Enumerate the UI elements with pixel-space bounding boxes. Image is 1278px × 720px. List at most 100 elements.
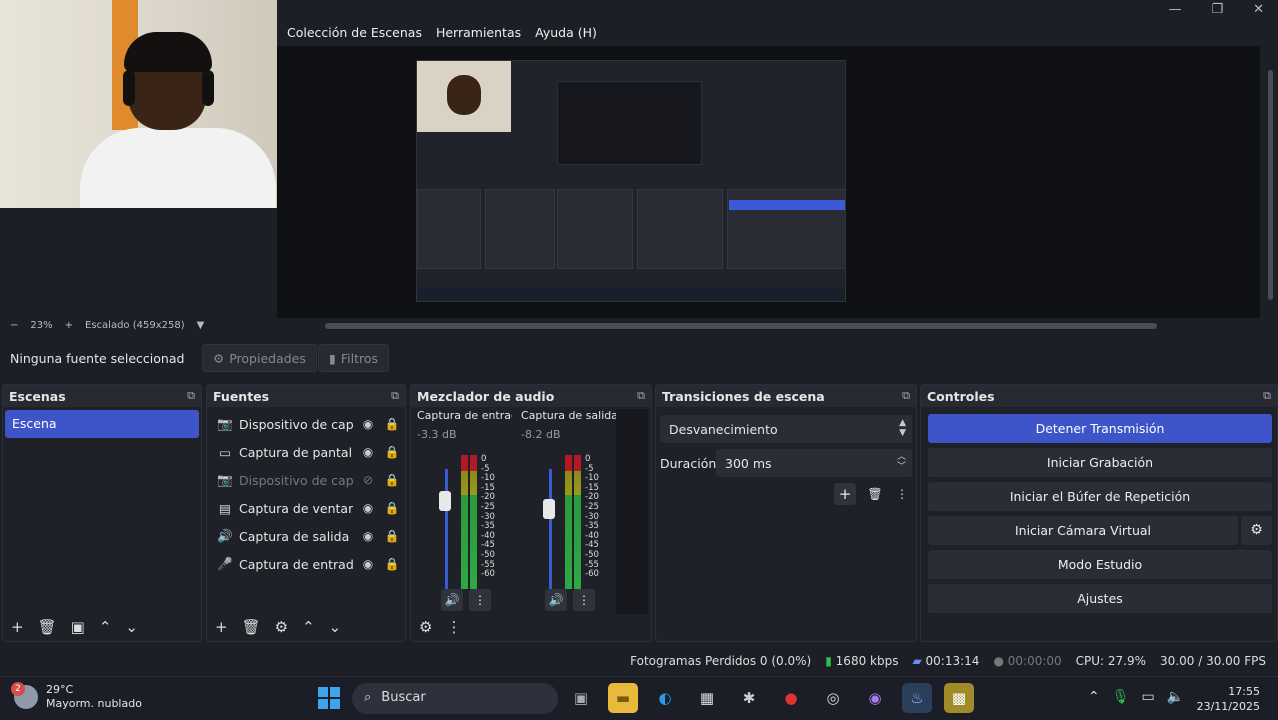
filter-icon[interactable]: ▣ bbox=[71, 618, 85, 636]
properties-button[interactable]: ⚙ Propiedades bbox=[202, 344, 317, 372]
stop-streaming-button[interactable]: Detener Transmisión bbox=[928, 414, 1272, 443]
undock-icon[interactable]: ⧉ bbox=[902, 389, 910, 403]
app-red-icon[interactable]: ● bbox=[776, 683, 806, 713]
lock-icon[interactable]: 🔒 bbox=[383, 501, 401, 515]
stream-icon: ▰ bbox=[912, 654, 922, 668]
cpu-usage: CPU: 27.9% bbox=[1075, 654, 1147, 668]
zoom-out-button[interactable]: − bbox=[10, 320, 18, 331]
tool-icon[interactable]: ✱ bbox=[734, 683, 764, 713]
obs-icon[interactable]: ◎ bbox=[818, 683, 848, 713]
notification-badge: 2 bbox=[11, 682, 25, 696]
scale-dropdown-icon[interactable]: ▼ bbox=[197, 320, 205, 331]
lock-icon[interactable]: 🔒 bbox=[383, 417, 401, 431]
volume-slider[interactable] bbox=[445, 469, 448, 589]
source-item[interactable]: ▭ Captura de pantalla : ◉ 🔒 bbox=[207, 438, 405, 466]
chevron-up-icon[interactable]: ⌃ bbox=[1088, 689, 1100, 705]
more-icon[interactable]: ⋮ bbox=[469, 589, 491, 611]
filters-button[interactable]: ▮ Filtros bbox=[318, 344, 390, 372]
replay-buffer-button[interactable]: Iniciar el Búfer de Repetición bbox=[928, 482, 1272, 511]
steam-icon[interactable]: ♨ bbox=[902, 683, 932, 713]
trash-icon[interactable]: 🗑 bbox=[38, 618, 57, 636]
source-item[interactable]: 📷 Dispositivo de captu ◉ 🔒 bbox=[207, 410, 405, 438]
search-box[interactable]: ⌕ Buscar bbox=[352, 683, 558, 714]
controls-title: Controles bbox=[927, 388, 995, 404]
source-item[interactable]: ▤ Captura de ventana ◉ 🔒 bbox=[207, 494, 405, 522]
edge-icon[interactable]: ◐ bbox=[650, 683, 680, 713]
store-icon[interactable]: ▦ bbox=[692, 683, 722, 713]
more-icon[interactable]: ⋮ bbox=[573, 589, 595, 611]
volume-knob[interactable] bbox=[439, 491, 451, 511]
time: 17:55 bbox=[1228, 685, 1260, 698]
source-item[interactable]: 📷 Dispositivo de captu ⊘ 🔒 bbox=[207, 466, 405, 494]
add-transition-button[interactable]: + bbox=[834, 483, 856, 505]
speaker-icon: 🔊 bbox=[217, 528, 233, 543]
source-item[interactable]: 🎤 Captura de entrada d ◉ 🔒 bbox=[207, 550, 405, 578]
settings-button[interactable]: Ajustes bbox=[928, 584, 1272, 613]
volume-icon[interactable]: 🔈 bbox=[1167, 689, 1184, 705]
clock[interactable]: 17:55 23/11/2025 bbox=[1197, 684, 1260, 714]
transition-select[interactable]: Desvanecimiento ▲ ▼ bbox=[660, 415, 912, 443]
move-up-icon[interactable]: ⌃ bbox=[99, 618, 112, 636]
start-icon[interactable] bbox=[318, 687, 340, 709]
mic-tray-icon[interactable]: 🎙 bbox=[1112, 689, 1130, 705]
game-icon[interactable]: ▩ bbox=[944, 683, 974, 713]
volume-knob[interactable] bbox=[543, 499, 555, 519]
duration-field[interactable]: 300 ms ︿ ﹀ bbox=[716, 449, 912, 477]
scene-item[interactable]: Escena bbox=[5, 410, 199, 438]
more-icon[interactable]: ⋮ bbox=[446, 618, 461, 636]
zoom-in-button[interactable]: + bbox=[65, 320, 73, 331]
add-icon[interactable]: + bbox=[215, 618, 228, 636]
weather-widget[interactable]: 2 29°C Mayorm. nublado bbox=[11, 682, 142, 711]
menu-help[interactable]: Ayuda (H) bbox=[535, 25, 597, 40]
gear-icon: ⚙ bbox=[213, 350, 225, 366]
task-view-icon[interactable]: ▣ bbox=[566, 683, 596, 713]
undock-icon[interactable]: ⧉ bbox=[1263, 389, 1271, 403]
trash-icon[interactable]: 🗑 bbox=[242, 618, 261, 636]
eye-icon[interactable]: ◉ bbox=[359, 529, 377, 543]
eye-icon[interactable]: ◉ bbox=[359, 501, 377, 515]
scale-label: Escalado (459x258) bbox=[85, 320, 185, 331]
move-up-icon[interactable]: ⌃ bbox=[302, 618, 315, 636]
preview-horizontal-scrollbar[interactable] bbox=[325, 323, 1157, 329]
level-meter bbox=[565, 455, 581, 589]
undock-icon[interactable]: ⧉ bbox=[187, 389, 195, 403]
messenger-icon[interactable]: ◉ bbox=[860, 683, 890, 713]
menu-tools[interactable]: Herramientas bbox=[436, 25, 521, 40]
network-icon[interactable]: ▭ bbox=[1142, 689, 1155, 705]
close-button[interactable]: ✕ bbox=[1253, 2, 1264, 17]
eye-hidden-icon[interactable]: ⊘ bbox=[359, 473, 377, 487]
preview-vertical-scrollbar[interactable] bbox=[1268, 70, 1273, 300]
maximize-button[interactable]: ❐ bbox=[1211, 2, 1223, 17]
virtual-camera-button[interactable]: Iniciar Cámara Virtual bbox=[928, 516, 1238, 545]
eye-icon[interactable]: ◉ bbox=[359, 445, 377, 459]
spinner-icon[interactable]: ︿ ﹀ bbox=[897, 452, 906, 472]
volume-slider[interactable] bbox=[549, 469, 552, 589]
advanced-audio-icon[interactable]: ⚙ bbox=[419, 618, 432, 636]
gear-icon[interactable]: ⚙ bbox=[275, 618, 288, 636]
eye-icon[interactable]: ◉ bbox=[359, 417, 377, 431]
move-down-icon[interactable]: ⌄ bbox=[329, 618, 342, 636]
menu-scene-collection[interactable]: Colección de Escenas bbox=[287, 25, 422, 40]
source-label: Dispositivo de captu bbox=[239, 416, 353, 432]
gear-icon[interactable]: ⚙ bbox=[1241, 516, 1272, 545]
source-item[interactable]: 🔊 Captura de salida de ◉ 🔒 bbox=[207, 522, 405, 550]
minimize-button[interactable]: — bbox=[1168, 2, 1181, 17]
undock-icon[interactable]: ⧉ bbox=[391, 389, 399, 403]
lock-icon[interactable]: 🔒 bbox=[383, 473, 401, 487]
add-icon[interactable]: + bbox=[11, 618, 24, 636]
speaker-icon[interactable]: 🔊 bbox=[441, 589, 463, 611]
studio-mode-button[interactable]: Modo Estudio bbox=[928, 550, 1272, 579]
start-recording-button[interactable]: Iniciar Grabación bbox=[928, 448, 1272, 477]
speaker-icon[interactable]: 🔊 bbox=[545, 589, 567, 611]
undock-icon[interactable]: ⧉ bbox=[637, 389, 645, 403]
lock-icon[interactable]: 🔒 bbox=[383, 445, 401, 459]
eye-icon[interactable]: ◉ bbox=[359, 557, 377, 571]
move-down-icon[interactable]: ⌄ bbox=[125, 618, 138, 636]
trash-icon[interactable]: 🗑 bbox=[864, 483, 886, 505]
more-icon[interactable]: ⋮ bbox=[894, 483, 910, 505]
transition-value: Desvanecimiento bbox=[669, 422, 778, 437]
file-explorer-icon[interactable]: ▬ bbox=[608, 683, 638, 713]
lock-icon[interactable]: 🔒 bbox=[383, 557, 401, 571]
audio-mixer-dock: Mezclador de audio ⧉ Captura de entrada … bbox=[410, 384, 652, 642]
lock-icon[interactable]: 🔒 bbox=[383, 529, 401, 543]
